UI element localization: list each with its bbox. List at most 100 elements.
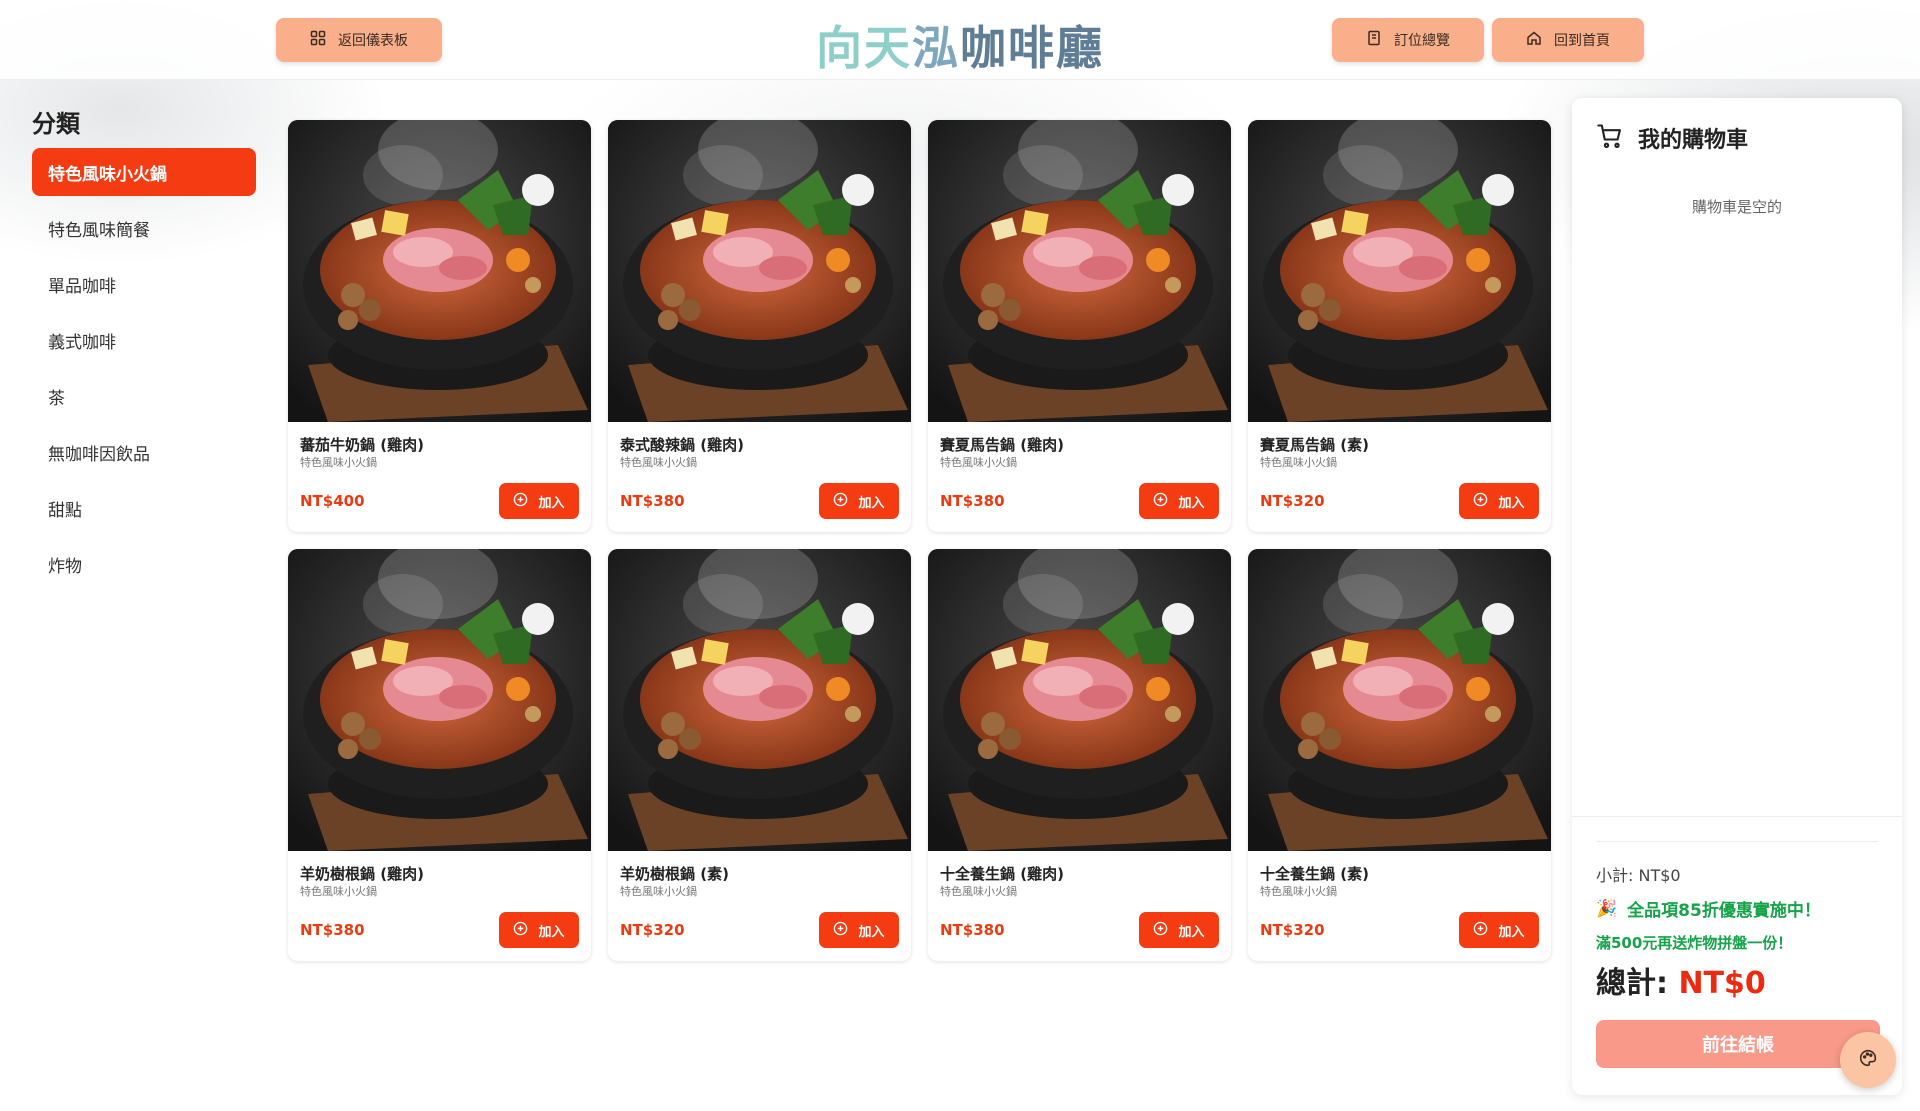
product-price: NT$380 <box>940 492 1005 510</box>
product-card[interactable]: 賽夏馬告鍋 (雞肉) 特色風味小火鍋 NT$380 加入 <box>928 120 1231 532</box>
sidebar-title: 分類 <box>32 110 80 138</box>
plus-circle-icon <box>513 492 528 511</box>
category-label: 義式咖啡 <box>48 332 116 353</box>
product-price: NT$320 <box>1260 921 1325 939</box>
shopping-cart-panel: 我的購物車 購物車是空的 小計: NT$0 🎉 全品項85折優惠實施中！ 滿50… <box>1572 98 1902 1095</box>
category-item-dessert[interactable]: 甜點 <box>32 484 256 532</box>
clipboard-icon <box>1366 30 1382 50</box>
product-name: 賽夏馬告鍋 (雞肉) <box>940 436 1064 454</box>
product-category: 特色風味小火鍋 <box>620 456 697 469</box>
promo-gift: 滿500元再送炸物拼盤一份！ <box>1596 934 1793 952</box>
category-label: 茶 <box>48 388 65 409</box>
product-name: 賽夏馬告鍋 (素) <box>1260 436 1369 454</box>
category-label: 無咖啡因飲品 <box>48 444 150 465</box>
plus-circle-icon <box>1153 921 1168 940</box>
product-card[interactable]: 泰式酸辣鍋 (雞肉) 特色風味小火鍋 NT$380 加入 <box>608 120 911 532</box>
product-name: 十全養生鍋 (素) <box>1260 865 1369 883</box>
top-header: 返回儀表板 向天泓咖啡廳 訂位總覽 回到首頁 <box>0 0 1920 80</box>
category-item-fried[interactable]: 炸物 <box>32 540 256 588</box>
reservations-overview-button[interactable]: 訂位總覽 <box>1332 18 1484 62</box>
category-item-espresso[interactable]: 義式咖啡 <box>32 316 256 364</box>
add-label: 加入 <box>538 924 565 940</box>
plus-circle-icon <box>513 921 528 940</box>
total-label: 總計: <box>1596 966 1668 1001</box>
product-image <box>288 120 591 422</box>
promo-discount-text: 全品項85折優惠實施中！ <box>1627 901 1821 921</box>
home-icon <box>1526 30 1542 50</box>
product-category: 特色風味小火鍋 <box>1260 456 1337 469</box>
add-to-cart-button[interactable]: 加入 <box>1459 912 1539 948</box>
category-item-set-meal[interactable]: 特色風味簡餐 <box>32 204 256 252</box>
cart-subtotal: 小計: NT$0 <box>1596 866 1681 885</box>
back-to-home-label: 回到首頁 <box>1554 33 1610 49</box>
category-item-decaf[interactable]: 無咖啡因飲品 <box>32 428 256 476</box>
site-title-part-3: 咖啡廳 <box>960 21 1104 75</box>
add-to-cart-button[interactable]: 加入 <box>1139 912 1219 948</box>
site-title-part-2: 泓 <box>912 21 960 75</box>
product-card[interactable]: 蕃茄牛奶鍋 (雞肉) 特色風味小火鍋 NT$400 加入 <box>288 120 591 532</box>
add-label: 加入 <box>858 924 885 940</box>
plus-circle-icon <box>833 921 848 940</box>
category-item-hotpot[interactable]: 特色風味小火鍋 <box>32 148 256 196</box>
product-name: 十全養生鍋 (雞肉) <box>940 865 1064 883</box>
product-price: NT$320 <box>1260 492 1325 510</box>
product-name: 羊奶樹根鍋 (雞肉) <box>300 865 424 883</box>
product-category: 特色風味小火鍋 <box>1260 885 1337 898</box>
cart-title: 我的購物車 <box>1638 128 1749 153</box>
category-label: 特色風味小火鍋 <box>48 164 167 185</box>
cart-total: 總計: NT$0 <box>1596 958 1766 1002</box>
add-to-cart-button[interactable]: 加入 <box>499 912 579 948</box>
site-title-part-1: 向天 <box>816 21 912 75</box>
product-image <box>1248 120 1551 422</box>
total-amount: NT$0 <box>1678 966 1766 1001</box>
product-category: 特色風味小火鍋 <box>940 456 1017 469</box>
product-image <box>928 549 1231 851</box>
add-to-cart-button[interactable]: 加入 <box>819 912 899 948</box>
add-label: 加入 <box>1498 495 1525 511</box>
add-label: 加入 <box>538 495 565 511</box>
back-to-home-button[interactable]: 回到首頁 <box>1492 18 1644 62</box>
product-category: 特色風味小火鍋 <box>300 885 377 898</box>
reservations-overview-label: 訂位總覽 <box>1394 33 1450 49</box>
product-price: NT$400 <box>300 492 365 510</box>
add-to-cart-button[interactable]: 加入 <box>1139 483 1219 519</box>
product-card[interactable]: 十全養生鍋 (雞肉) 特色風味小火鍋 NT$380 加入 <box>928 549 1231 961</box>
category-label: 單品咖啡 <box>48 276 116 297</box>
party-popper-icon: 🎉 <box>1596 898 1618 919</box>
product-image <box>608 120 911 422</box>
plus-circle-icon <box>1153 492 1168 511</box>
plus-circle-icon <box>1473 921 1488 940</box>
product-price: NT$380 <box>940 921 1005 939</box>
add-to-cart-button[interactable]: 加入 <box>1459 483 1539 519</box>
checkout-button[interactable]: 前往結帳 <box>1596 1020 1880 1068</box>
product-name: 泰式酸辣鍋 (雞肉) <box>620 436 744 454</box>
product-category: 特色風味小火鍋 <box>620 885 697 898</box>
category-sidebar: 分類 特色風味小火鍋 特色風味簡餐 單品咖啡 義式咖啡 茶 無咖啡因飲品 甜點 … <box>32 104 256 596</box>
add-label: 加入 <box>858 495 885 511</box>
product-card[interactable]: 十全養生鍋 (素) 特色風味小火鍋 NT$320 加入 <box>1248 549 1551 961</box>
category-label: 甜點 <box>48 500 82 521</box>
palette-icon <box>1859 1049 1877 1071</box>
divider <box>1572 816 1902 817</box>
product-category: 特色風味小火鍋 <box>940 885 1017 898</box>
product-image <box>288 549 591 851</box>
add-label: 加入 <box>1178 495 1205 511</box>
product-name: 蕃茄牛奶鍋 (雞肉) <box>300 436 424 454</box>
product-category: 特色風味小火鍋 <box>300 456 377 469</box>
product-card[interactable]: 羊奶樹根鍋 (素) 特色風味小火鍋 NT$320 加入 <box>608 549 911 961</box>
add-label: 加入 <box>1178 924 1205 940</box>
category-item-tea[interactable]: 茶 <box>32 372 256 420</box>
category-item-single-origin-coffee[interactable]: 單品咖啡 <box>32 260 256 308</box>
product-price: NT$380 <box>300 921 365 939</box>
product-name: 羊奶樹根鍋 (素) <box>620 865 729 883</box>
promo-discount: 🎉 全品項85折優惠實施中！ <box>1596 896 1821 922</box>
product-card[interactable]: 羊奶樹根鍋 (雞肉) 特色風味小火鍋 NT$380 加入 <box>288 549 591 961</box>
theme-palette-button[interactable] <box>1840 1032 1896 1088</box>
product-price: NT$380 <box>620 492 685 510</box>
category-label: 炸物 <box>48 556 82 577</box>
product-price: NT$320 <box>620 921 685 939</box>
product-image <box>928 120 1231 422</box>
add-to-cart-button[interactable]: 加入 <box>499 483 579 519</box>
add-to-cart-button[interactable]: 加入 <box>819 483 899 519</box>
product-card[interactable]: 賽夏馬告鍋 (素) 特色風味小火鍋 NT$320 加入 <box>1248 120 1551 532</box>
